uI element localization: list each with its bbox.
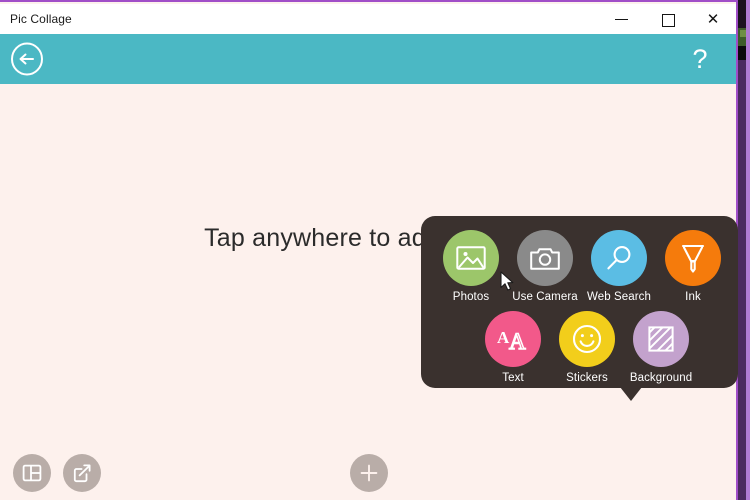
popup-menu-tail — [620, 387, 642, 401]
menu-item-label: Web Search — [586, 291, 652, 303]
svg-text:A: A — [509, 329, 526, 352]
window-controls: ✕ — [598, 4, 736, 34]
ink-icon-circle — [665, 230, 721, 286]
minimize-button[interactable] — [598, 4, 644, 34]
menu-item-ink[interactable]: Ink — [656, 230, 730, 303]
stickers-icon-circle — [559, 311, 615, 367]
menu-item-label: Photos — [452, 291, 490, 303]
menu-item-label: Text — [502, 372, 524, 384]
magnifier-icon — [607, 246, 631, 270]
photos-icon-circle — [443, 230, 499, 286]
web-search-icon-circle — [591, 230, 647, 286]
text-icon-circle: A A — [485, 311, 541, 367]
window-titlebar: Pic Collage ✕ — [0, 4, 736, 34]
menu-item-label: Ink — [685, 291, 701, 303]
menu-item-label: Stickers — [566, 372, 608, 384]
menu-item-label: Background — [629, 372, 693, 384]
close-icon: ✕ — [706, 9, 720, 28]
camera-icon — [530, 247, 560, 270]
menu-item-text[interactable]: A A Text — [476, 311, 550, 384]
share-export-icon — [73, 464, 91, 483]
layout-button[interactable] — [13, 454, 51, 492]
menu-item-use-camera[interactable]: Use Camera — [508, 230, 582, 303]
use-camera-icon-circle — [517, 230, 573, 286]
popup-menu-row-2: A A Text Stickers Background — [476, 311, 698, 384]
window-title: Pic Collage — [10, 12, 72, 26]
maximize-button[interactable] — [644, 4, 690, 34]
help-button[interactable]: ? — [688, 40, 712, 78]
smiley-icon — [572, 324, 602, 354]
image-icon — [456, 246, 486, 270]
add-content-popup-menu: Photos Use Camera Web Search Ink A A Tex… — [421, 216, 738, 388]
background-icon-circle — [633, 311, 689, 367]
close-button[interactable]: ✕ — [690, 4, 736, 34]
menu-item-web-search[interactable]: Web Search — [582, 230, 656, 303]
menu-item-label: Use Camera — [512, 291, 578, 303]
app-window: Pic Collage ✕ ? Tap anywhere to add a ph… — [0, 0, 738, 500]
hatch-square-icon — [648, 326, 674, 352]
menu-item-photos[interactable]: Photos — [434, 230, 508, 303]
layout-grid-icon — [22, 464, 42, 482]
maximize-icon — [661, 13, 675, 27]
back-button[interactable] — [10, 42, 44, 76]
back-arrow-icon — [11, 42, 43, 76]
desktop-strip-edge — [746, 0, 750, 500]
menu-item-stickers[interactable]: Stickers — [550, 311, 624, 384]
marker-pen-icon — [681, 244, 705, 273]
share-button[interactable] — [63, 454, 101, 492]
popup-menu-row-1: Photos Use Camera Web Search Ink — [434, 230, 730, 303]
add-button[interactable] — [350, 454, 388, 492]
desktop-background-sliver — [738, 0, 750, 500]
text-aa-icon: A A — [497, 328, 527, 352]
app-header-bar: ? — [0, 34, 736, 84]
minimize-icon — [614, 13, 628, 26]
menu-item-background[interactable]: Background — [624, 311, 698, 384]
plus-icon — [360, 464, 378, 482]
